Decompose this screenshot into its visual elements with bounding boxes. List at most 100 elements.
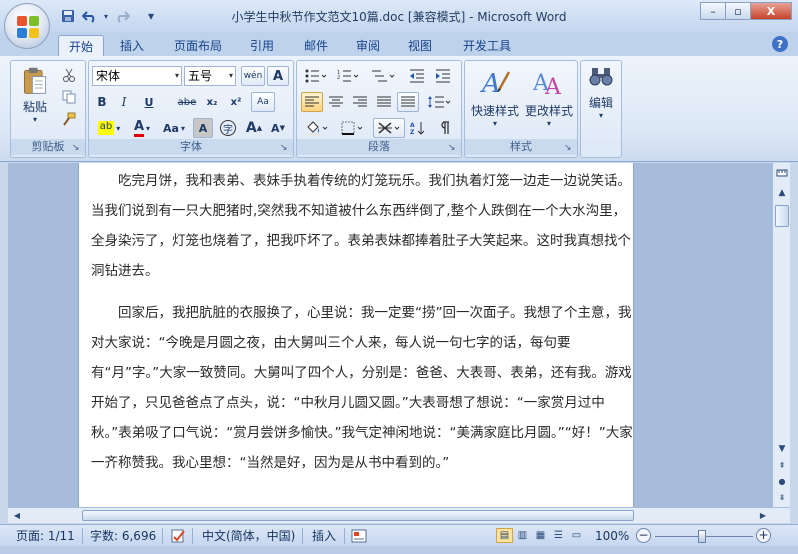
web-layout-view-icon[interactable]: ▦	[532, 528, 549, 543]
cut-button[interactable]	[59, 65, 79, 85]
paragraph-launcher-icon[interactable]: ↘	[448, 143, 458, 153]
scroll-right-icon[interactable]: ▶	[756, 509, 770, 522]
show-hide-marks-button[interactable]	[433, 118, 455, 138]
full-screen-reading-view-icon[interactable]: ▥	[514, 528, 531, 543]
format-painter-button[interactable]	[59, 109, 79, 129]
minimize-button[interactable]: –	[700, 2, 726, 20]
paste-label: 粘贴	[22, 100, 47, 114]
font-color-button[interactable]: A ▾	[128, 118, 156, 138]
styles-group-label: 样式	[465, 139, 577, 155]
copy-button[interactable]	[59, 87, 79, 107]
ruler-toggle-icon[interactable]	[774, 165, 790, 181]
chinese-layout-button[interactable]	[373, 118, 405, 138]
numbering-button[interactable]: 12	[333, 66, 363, 86]
shading-button[interactable]	[301, 118, 333, 138]
proofing-icon[interactable]	[170, 528, 188, 544]
vertical-scrollbar[interactable]: ▲ ▼ ⇞ ● ⇟	[772, 163, 790, 507]
styles-launcher-icon[interactable]: ↘	[564, 143, 574, 153]
line-spacing-button[interactable]	[423, 92, 455, 112]
vertical-scroll-thumb[interactable]	[775, 205, 789, 227]
paragraph-group-label: 段落	[297, 139, 461, 155]
bold-button[interactable]: B	[92, 92, 112, 112]
paste-icon	[23, 67, 47, 94]
shrink-font-button[interactable]: A ▼	[267, 118, 289, 138]
language-indicator[interactable]: 中文(简体，中国)	[202, 528, 295, 544]
horizontal-scrollbar[interactable]: ◀ ▶	[8, 507, 790, 523]
scroll-down-icon[interactable]: ▼	[774, 441, 790, 457]
change-styles-button[interactable]: AA 更改样式 ▾	[523, 65, 575, 135]
draft-view-icon[interactable]: ▭	[568, 528, 585, 543]
sort-button[interactable]: AZ	[407, 118, 429, 138]
subscript-button[interactable]: x₂	[201, 92, 223, 112]
previous-page-icon[interactable]: ⇞	[774, 457, 790, 473]
bullets-button[interactable]	[301, 66, 331, 86]
close-button[interactable]: X	[750, 2, 792, 20]
binoculars-icon	[589, 68, 613, 86]
grow-font-button[interactable]: A ▲	[243, 118, 265, 138]
superscript-button[interactable]: x²	[225, 92, 247, 112]
insert-mode-indicator[interactable]: 插入	[312, 528, 336, 544]
align-left-button[interactable]	[301, 92, 323, 112]
document-page[interactable]: 吃完月饼，我和表弟、表妹手执着传统的灯笼玩乐。我们执着灯笼一边走一边说笑话。当我…	[78, 163, 634, 507]
help-icon[interactable]: ?	[772, 36, 788, 52]
status-divider	[302, 528, 303, 544]
zoom-level[interactable]: 100%	[595, 528, 629, 544]
increase-indent-button[interactable]	[431, 66, 455, 86]
tab-mailings[interactable]: 邮件	[294, 35, 338, 56]
status-divider	[162, 528, 163, 544]
character-shading-button[interactable]: A	[193, 118, 213, 138]
office-button[interactable]	[4, 3, 50, 49]
zoom-in-icon[interactable]: +	[756, 528, 771, 543]
paragraph[interactable]: 吃完月饼，我和表弟、表妹手执着传统的灯笼玩乐。我们执着灯笼一边走一边说笑话。当我…	[91, 166, 634, 286]
font-launcher-icon[interactable]: ↘	[280, 143, 290, 153]
tab-page-layout[interactable]: 页面布局	[164, 35, 232, 56]
borders-button[interactable]	[337, 118, 369, 138]
zoom-out-icon[interactable]: −	[636, 528, 651, 543]
browse-object-icon[interactable]: ●	[774, 473, 790, 489]
outline-view-icon[interactable]: ☰	[550, 528, 567, 543]
distributed-icon	[401, 96, 415, 107]
page-indicator[interactable]: 页面: 1/11	[16, 528, 75, 544]
font-name-combo[interactable]: 宋体 ▾	[92, 66, 182, 86]
clear-formatting-button[interactable]: Aa	[251, 92, 275, 112]
highlight-button[interactable]: ab ▾	[92, 118, 126, 138]
clipboard-launcher-icon[interactable]: ↘	[72, 143, 82, 153]
enclose-characters-button[interactable]: 字	[217, 118, 239, 138]
strikethrough-button[interactable]: abe	[174, 92, 200, 112]
clipboard-group: 粘贴 ▾ 剪贴板 ↘	[10, 60, 86, 158]
quick-styles-button[interactable]: A 快速样式 ▾	[469, 65, 521, 135]
multilevel-list-button[interactable]	[367, 66, 399, 86]
svg-text:A: A	[480, 69, 501, 98]
maximize-button[interactable]: ▫	[725, 2, 751, 20]
zoom-slider-thumb[interactable]	[698, 530, 706, 543]
word-count[interactable]: 字数: 6,696	[90, 528, 156, 544]
scroll-left-icon[interactable]: ◀	[10, 509, 24, 522]
font-size-combo[interactable]: 五号 ▾	[184, 66, 236, 86]
change-case-button[interactable]: Aa ▾	[159, 118, 189, 138]
underline-button[interactable]: U	[136, 92, 162, 112]
italic-button[interactable]: I	[114, 92, 134, 112]
align-center-button[interactable]	[325, 92, 347, 112]
macro-recording-icon[interactable]	[350, 528, 368, 544]
tab-references[interactable]: 引用	[240, 35, 284, 56]
align-right-button[interactable]	[349, 92, 371, 112]
horizontal-scroll-thumb[interactable]	[82, 510, 634, 521]
character-border-button[interactable]: A	[267, 66, 289, 86]
tab-review[interactable]: 审阅	[346, 35, 390, 56]
phonetic-guide-button[interactable]: wén	[241, 66, 265, 86]
justify-button[interactable]	[373, 92, 395, 112]
editing-button[interactable]: 编辑 ▾	[584, 65, 618, 135]
distributed-button[interactable]	[397, 92, 419, 112]
decrease-indent-button[interactable]	[405, 66, 429, 86]
document-body[interactable]: 吃完月饼，我和表弟、表妹手执着传统的灯笼玩乐。我们执着灯笼一边走一边说笑话。当我…	[91, 166, 634, 490]
tab-developer[interactable]: 开发工具	[452, 35, 522, 56]
print-layout-view-icon[interactable]: ▤	[496, 528, 513, 543]
scroll-up-icon[interactable]: ▲	[774, 185, 790, 201]
paste-button[interactable]: 粘贴 ▾	[17, 65, 53, 125]
next-page-icon[interactable]: ⇟	[774, 489, 790, 505]
tab-insert[interactable]: 插入	[110, 35, 154, 56]
tab-view[interactable]: 视图	[398, 35, 442, 56]
tab-home[interactable]: 开始	[58, 35, 104, 56]
paragraph[interactable]: 回家后，我把肮脏的衣服换了，心里说：我一定要“捞”回一次面子。我想了个主意，我对…	[91, 298, 634, 478]
highlight-dropdown-icon: ▾	[116, 123, 121, 133]
